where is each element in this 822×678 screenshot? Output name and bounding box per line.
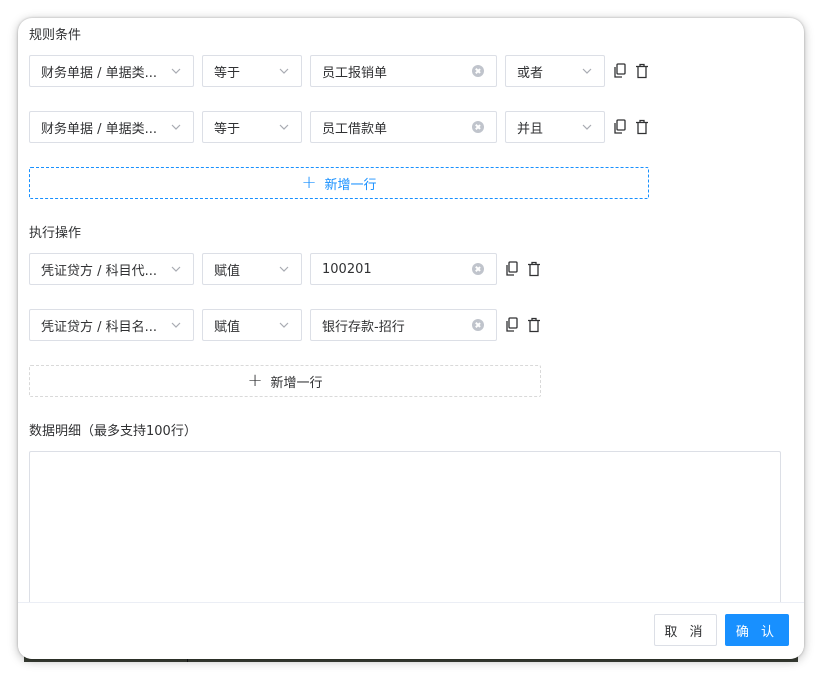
add-action-row-button[interactable]: + 新增一行	[29, 365, 541, 397]
rule-1-field-select[interactable]: 财务单据 / 单据类...	[29, 55, 194, 87]
rule-2-field-select[interactable]: 财务单据 / 单据类...	[29, 111, 194, 143]
chevron-down-icon	[279, 320, 289, 330]
copy-icon[interactable]	[505, 317, 519, 333]
action-2-value-input[interactable]: 银行存款-招行	[310, 309, 497, 341]
plus-icon: +	[247, 370, 263, 391]
rules-section-label: 规则条件	[29, 28, 82, 43]
rule-1-logic-select[interactable]: 或者	[505, 55, 605, 87]
action-2-operator-value: 赋值	[214, 319, 241, 335]
trash-icon[interactable]	[635, 63, 649, 79]
rule-2-operator-select[interactable]: 等于	[202, 111, 302, 143]
chevron-down-icon	[171, 320, 181, 330]
trash-icon[interactable]	[527, 261, 541, 277]
rule-2-value-input[interactable]: 员工借款单	[310, 111, 497, 143]
cancel-button[interactable]: 取 消	[654, 614, 717, 646]
rule-1-logic-value: 或者	[517, 65, 544, 81]
trash-icon[interactable]	[635, 119, 649, 135]
trash-icon[interactable]	[527, 317, 541, 333]
rule-2-value-text: 员工借款单	[322, 121, 388, 137]
clear-circle-icon[interactable]	[472, 319, 484, 331]
clear-circle-icon[interactable]	[472, 121, 484, 133]
chevron-down-icon	[279, 66, 289, 76]
action-1-operator-select[interactable]: 赋值	[202, 253, 302, 285]
dialog-footer: 取 消 确 认	[18, 602, 804, 659]
action-2-value-text: 银行存款-招行	[322, 319, 405, 335]
chevron-down-icon	[171, 66, 181, 76]
add-action-row-label: 新增一行	[270, 375, 323, 391]
rule-1-operator-select[interactable]: 等于	[202, 55, 302, 87]
rule-1-operator-value: 等于	[214, 65, 241, 81]
action-2-field-value: 凭证贷方 / 科目名...	[41, 319, 158, 335]
action-2-operator-select[interactable]: 赋值	[202, 309, 302, 341]
add-rule-row-label: 新增一行	[324, 177, 377, 193]
chevron-down-icon	[582, 66, 592, 76]
plus-icon: +	[301, 172, 317, 193]
actions-section-label: 执行操作	[29, 226, 82, 241]
rule-1-value-input[interactable]: 员工报销单	[310, 55, 497, 87]
chevron-down-icon	[279, 122, 289, 132]
clear-circle-icon[interactable]	[472, 65, 484, 77]
chevron-down-icon	[582, 122, 592, 132]
action-1-field-value: 凭证贷方 / 科目代...	[41, 263, 158, 279]
add-rule-row-button[interactable]: + 新增一行	[29, 167, 649, 199]
action-1-value-text: 100201	[322, 261, 372, 277]
rule-dialog: 规则条件 财务单据 / 单据类... 等于 员工报销单 或者 财务单据 / 单据…	[18, 18, 804, 659]
confirm-button[interactable]: 确 认	[725, 614, 789, 646]
chevron-down-icon	[171, 264, 181, 274]
rule-1-field-value: 财务单据 / 单据类...	[41, 65, 158, 81]
rule-1-value-text: 员工报销单	[322, 65, 388, 81]
copy-icon[interactable]	[505, 261, 519, 277]
action-1-field-select[interactable]: 凭证贷方 / 科目代...	[29, 253, 194, 285]
rule-2-field-value: 财务单据 / 单据类...	[41, 121, 158, 137]
rule-2-logic-select[interactable]: 并且	[505, 111, 605, 143]
detail-textarea[interactable]	[29, 451, 781, 611]
rule-2-logic-value: 并且	[517, 121, 544, 137]
action-1-value-input[interactable]: 100201	[310, 253, 497, 285]
clear-circle-icon[interactable]	[472, 263, 484, 275]
chevron-down-icon	[279, 264, 289, 274]
action-1-operator-value: 赋值	[214, 263, 241, 279]
copy-icon[interactable]	[613, 119, 627, 135]
chevron-down-icon	[171, 122, 181, 132]
action-2-field-select[interactable]: 凭证贷方 / 科目名...	[29, 309, 194, 341]
rule-2-operator-value: 等于	[214, 121, 241, 137]
copy-icon[interactable]	[613, 63, 627, 79]
detail-section-label: 数据明细（最多支持100行）	[29, 424, 197, 439]
